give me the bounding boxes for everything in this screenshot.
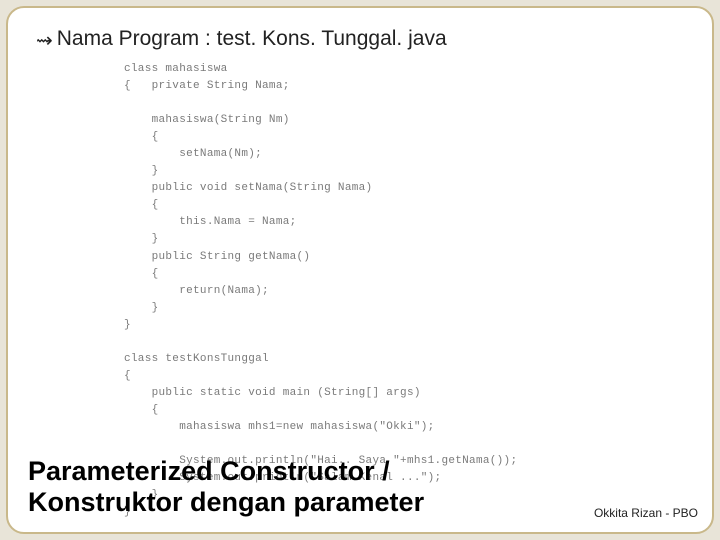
program-name: Nama Program : test. Kons. Tunggal. java bbox=[57, 27, 447, 50]
bullet-icon: ⇝ bbox=[36, 28, 53, 53]
title-line-1: Parameterized Constructor / bbox=[28, 456, 390, 486]
code-block: class mahasiswa { private String Nama; m… bbox=[124, 61, 684, 521]
author-credit: Okkita Rizan - PBO bbox=[594, 506, 698, 520]
title-line-2: Konstruktor dengan parameter bbox=[28, 487, 424, 517]
slide-frame: ⇝Nama Program : test. Kons. Tunggal. jav… bbox=[6, 6, 714, 534]
slide-title: Parameterized Constructor / Konstruktor … bbox=[28, 456, 424, 518]
header-line: ⇝Nama Program : test. Kons. Tunggal. jav… bbox=[36, 26, 684, 51]
